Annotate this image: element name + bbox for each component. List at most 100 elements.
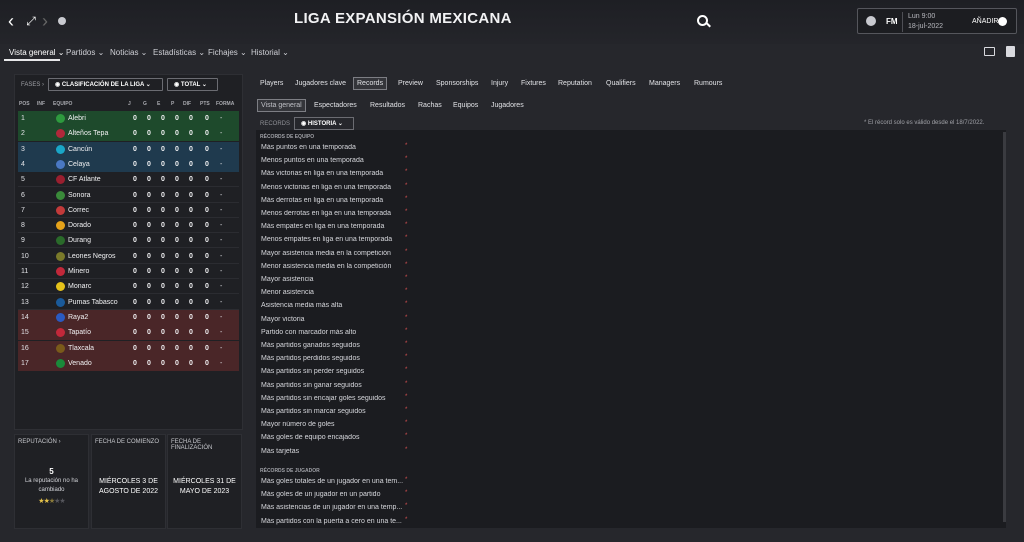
tab-preview[interactable]: Preview	[398, 80, 423, 87]
col-equipo[interactable]: EQUIPO	[53, 101, 72, 107]
record-item[interactable]: Más partidos con la puerta a cero en una…	[261, 518, 406, 525]
record-item[interactable]: Asistencia media más alta	[261, 302, 406, 309]
subtab-jugadores[interactable]: Jugadores	[491, 102, 524, 109]
menu-fichajes[interactable]: Fichajes ⌄	[208, 48, 247, 57]
record-item[interactable]: Más partidos sin perder seguidos	[261, 368, 406, 375]
table-row[interactable]: 1 Alebri 0 0 0 0 0 0 -	[18, 111, 239, 126]
record-item[interactable]: Más goles totales de un jugador en una t…	[261, 478, 406, 485]
col-p[interactable]: P	[171, 101, 174, 107]
team-name[interactable]: Sonora	[68, 192, 91, 199]
record-item[interactable]: Mayor asistencia	[261, 276, 406, 283]
menu-historial[interactable]: Historial ⌄	[251, 48, 289, 57]
team-name[interactable]: Raya2	[68, 314, 88, 321]
table-row[interactable]: 13 Pumas Tabasco 0 0 0 0 0 0 -	[18, 295, 239, 310]
team-name[interactable]: Tlaxcala	[68, 345, 94, 352]
col-dif[interactable]: DIF	[183, 101, 191, 107]
table-row[interactable]: 14 Raya2 0 0 0 0 0 0 -	[18, 309, 239, 325]
club-icon[interactable]	[866, 16, 876, 26]
menu-vista-general[interactable]: Vista general ⌄	[9, 48, 65, 57]
team-name[interactable]: Dorado	[68, 222, 91, 229]
record-item[interactable]: Menos puntos en una temporada	[261, 157, 406, 164]
reputation-title[interactable]: REPUTACIÓN ›	[18, 439, 61, 445]
table-row[interactable]: 17 Venado 0 0 0 0 0 0 -	[18, 355, 239, 371]
col-g[interactable]: G	[143, 101, 147, 107]
record-item[interactable]: Menos empates en liga en una temporada	[261, 236, 406, 243]
team-name[interactable]: CF Atlante	[68, 176, 101, 183]
record-item[interactable]: Menos victorias en liga en una temporada	[261, 184, 406, 191]
continue-arrow-icon[interactable]	[998, 17, 1007, 26]
menu-estadisticas[interactable]: Estadísticas ⌄	[153, 48, 205, 57]
record-item[interactable]: Más victorias en liga en una temporada	[261, 170, 406, 177]
tab-injury[interactable]: Injury	[491, 80, 508, 87]
team-name[interactable]: Cancún	[68, 146, 92, 153]
table-row[interactable]: 2 Alteños Tepa 0 0 0 0 0 0 -	[18, 126, 239, 142]
expand-icon[interactable]: ⤢	[24, 11, 38, 31]
table-row[interactable]: 15 Tapatío 0 0 0 0 0 0 -	[18, 325, 239, 341]
table-row[interactable]: 5 CF Atlante 0 0 0 0 0 0 -	[18, 172, 239, 188]
team-name[interactable]: Leones Negros	[68, 253, 115, 260]
record-item[interactable]: Mayor número de goles	[261, 421, 406, 428]
tab-records[interactable]: Records	[353, 77, 388, 90]
col-j[interactable]: J	[128, 101, 131, 107]
team-name[interactable]: Alebri	[68, 115, 86, 122]
record-item[interactable]: Más tarjetas	[261, 448, 406, 455]
tab-rumours[interactable]: Rumours	[694, 80, 722, 87]
search-icon[interactable]	[697, 15, 708, 26]
record-item[interactable]: Más partidos sin ganar seguidos	[261, 382, 406, 389]
col-pts[interactable]: PTS	[200, 101, 210, 107]
team-name[interactable]: Pumas Tabasco	[68, 299, 118, 306]
col-pos[interactable]: POS	[19, 101, 30, 107]
table-row[interactable]: 6 Sonora 0 0 0 0 0 0 -	[18, 188, 239, 203]
team-name[interactable]: Venado	[68, 360, 92, 367]
table-row[interactable]: 12 Monarc 0 0 0 0 0 0 -	[18, 279, 239, 295]
record-item[interactable]: Más derrotas en liga en una temporada	[261, 197, 406, 204]
document-icon[interactable]	[1006, 46, 1015, 57]
menu-noticias[interactable]: Noticias ⌄	[110, 48, 147, 57]
continue-button[interactable]: AÑADIR	[972, 18, 998, 25]
league-table-dropdown[interactable]: ◉ CLASIFICACIÓN DE LA LIGA ⌄	[48, 78, 163, 91]
col-inf[interactable]: INF	[37, 101, 45, 107]
record-item[interactable]: Más partidos sin encajar goles seguidos	[261, 395, 406, 402]
record-item[interactable]: Partido con marcador más alto	[261, 329, 406, 336]
tab-fixtures[interactable]: Fixtures	[521, 80, 546, 87]
record-item[interactable]: Más goles de un jugador en un partido	[261, 491, 406, 498]
table-row[interactable]: 11 Minero 0 0 0 0 0 0 -	[18, 264, 239, 279]
team-name[interactable]: Tapatío	[68, 329, 91, 336]
team-name[interactable]: Minero	[68, 268, 89, 275]
tab-sponsorships[interactable]: Sponsorships	[436, 80, 478, 87]
table-row[interactable]: 4 Celaya 0 0 0 0 0 0 -	[18, 156, 239, 172]
tab-jugadores-clave[interactable]: Jugadores clave	[295, 80, 346, 87]
table-row[interactable]: 3 Cancún 0 0 0 0 0 0 -	[18, 141, 239, 157]
back-icon[interactable]: ‹	[4, 11, 18, 31]
menu-partidos[interactable]: Partidos ⌄	[66, 48, 104, 57]
tab-qualifiers[interactable]: Qualifiers	[606, 80, 636, 87]
team-name[interactable]: Correc	[68, 207, 89, 214]
record-item[interactable]: Mayor asistencia media en la competición	[261, 250, 406, 257]
tab-players[interactable]: Players	[260, 80, 283, 87]
record-item[interactable]: Menos derrotas en liga en una temporada	[261, 210, 406, 217]
total-dropdown[interactable]: ◉ TOTAL ⌄	[167, 78, 218, 91]
record-item[interactable]: Más partidos sin marcar seguidos	[261, 408, 406, 415]
record-item[interactable]: Más partidos ganados seguidos	[261, 342, 406, 349]
monitor-icon[interactable]	[984, 47, 995, 56]
table-row[interactable]: 8 Dorado 0 0 0 0 0 0 -	[18, 218, 239, 234]
subtab-rachas[interactable]: Rachas	[418, 102, 442, 109]
fases-label[interactable]: FASES ›	[21, 82, 44, 88]
table-row[interactable]: 16 Tlaxcala 0 0 0 0 0 0 -	[18, 340, 239, 356]
table-row[interactable]: 7 Correc 0 0 0 0 0 0 -	[18, 203, 239, 218]
scrollbar[interactable]	[1003, 132, 1006, 522]
record-item[interactable]: Menor asistencia	[261, 289, 406, 296]
col-forma[interactable]: FORMA	[216, 101, 234, 107]
record-item[interactable]: Menor asistencia media en la competición	[261, 263, 406, 270]
tab-reputation[interactable]: Reputation	[558, 80, 592, 87]
record-item[interactable]: Más asistencias de un jugador en una tem…	[261, 504, 406, 511]
team-name[interactable]: Alteños Tepa	[68, 130, 108, 137]
subtab-equipos[interactable]: Equipos	[453, 102, 478, 109]
record-item[interactable]: Más empates en liga en una temporada	[261, 223, 406, 230]
record-item[interactable]: Más goles de equipo encajados	[261, 434, 406, 441]
record-item[interactable]: Mayor victoria	[261, 316, 406, 323]
forward-icon[interactable]: ›	[38, 11, 52, 31]
subtab-resultados[interactable]: Resultados	[370, 102, 405, 109]
col-e[interactable]: E	[157, 101, 160, 107]
record-item[interactable]: Más partidos perdidos seguidos	[261, 355, 406, 362]
